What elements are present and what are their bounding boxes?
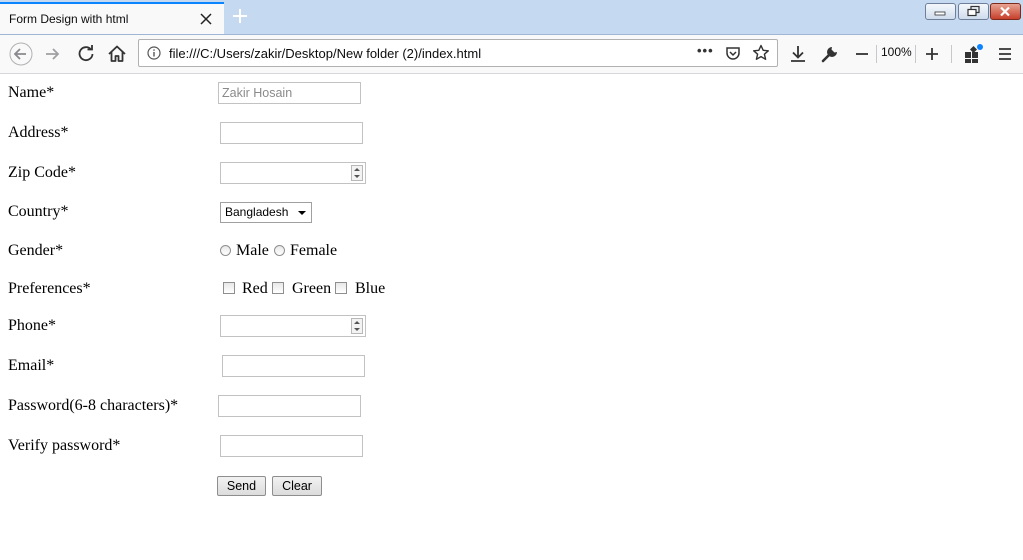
preference-red-label: Red: [242, 280, 268, 297]
info-icon[interactable]: [147, 46, 161, 60]
name-label: Name*: [8, 84, 55, 101]
verify-password-input[interactable]: [220, 435, 363, 457]
preferences-label: Preferences*: [8, 280, 91, 297]
zoom-out-icon[interactable]: [851, 43, 873, 65]
phone-input[interactable]: [220, 315, 366, 337]
minimize-window-button[interactable]: [925, 3, 956, 20]
tab-title: Form Design with html: [9, 12, 129, 26]
reload-icon[interactable]: [75, 43, 97, 65]
preference-blue-checkbox[interactable]: [335, 282, 347, 294]
nav-toolbar: file:///C:/Users/zakir/Desktop/New folde…: [0, 35, 1023, 74]
toolbar-separator: [915, 45, 916, 63]
new-tab-icon[interactable]: [230, 6, 250, 26]
preference-green-checkbox[interactable]: [272, 282, 284, 294]
toolbar-separator: [876, 45, 877, 63]
password-label: Password(6-8 characters)*: [8, 397, 179, 414]
extensions-icon[interactable]: [962, 43, 984, 65]
page-content: Name* Address* Zip Code* Country* Bangla…: [0, 74, 1023, 560]
email-label: Email*: [8, 357, 55, 374]
zoom-level[interactable]: 100%: [881, 45, 912, 59]
address-label: Address*: [8, 124, 69, 141]
close-window-button[interactable]: [990, 3, 1021, 20]
close-tab-icon[interactable]: [197, 10, 215, 28]
bookmark-star-icon[interactable]: [752, 44, 770, 62]
country-label: Country*: [8, 203, 69, 220]
address-bar[interactable]: file:///C:/Users/zakir/Desktop/New folde…: [138, 39, 778, 67]
preference-green-label: Green: [292, 280, 332, 297]
zip-code-input[interactable]: [220, 162, 366, 184]
home-icon[interactable]: [106, 43, 128, 65]
downloads-icon[interactable]: [787, 43, 809, 65]
address-input[interactable]: [220, 122, 363, 144]
toolbar-separator: [951, 45, 952, 63]
restore-window-button[interactable]: [958, 3, 989, 20]
back-icon[interactable]: [9, 42, 33, 66]
page-actions-icon[interactable]: •••: [697, 43, 714, 58]
gender-label: Gender*: [8, 242, 64, 259]
verify-password-label: Verify password*: [8, 437, 121, 454]
wrench-icon[interactable]: [819, 43, 841, 65]
gender-male-radio[interactable]: [220, 245, 231, 256]
number-spinner-icon[interactable]: [351, 318, 363, 334]
name-input[interactable]: [218, 82, 361, 104]
preference-red-checkbox[interactable]: [223, 282, 235, 294]
email-input[interactable]: [222, 355, 365, 377]
zoom-in-icon[interactable]: [921, 43, 943, 65]
menu-icon[interactable]: [994, 43, 1016, 65]
gender-female-label: Female: [290, 242, 338, 259]
country-selected-value: Bangladesh: [225, 205, 289, 219]
tab-active[interactable]: Form Design with html: [0, 2, 224, 34]
phone-label: Phone*: [8, 317, 56, 334]
pocket-icon[interactable]: [725, 45, 741, 61]
country-select[interactable]: Bangladesh: [220, 202, 312, 223]
url-text[interactable]: file:///C:/Users/zakir/Desktop/New folde…: [169, 46, 481, 61]
tab-strip: Form Design with html: [0, 0, 1023, 35]
clear-button[interactable]: Clear: [272, 476, 322, 496]
forward-icon[interactable]: [42, 43, 64, 65]
zip-code-label: Zip Code*: [8, 164, 76, 181]
number-spinner-icon[interactable]: [351, 165, 363, 181]
gender-male-label: Male: [236, 242, 269, 259]
preference-blue-label: Blue: [355, 280, 386, 297]
chevron-down-icon: [298, 211, 306, 215]
password-input[interactable]: [218, 395, 361, 417]
gender-female-radio[interactable]: [274, 245, 285, 256]
send-button[interactable]: Send: [217, 476, 266, 496]
